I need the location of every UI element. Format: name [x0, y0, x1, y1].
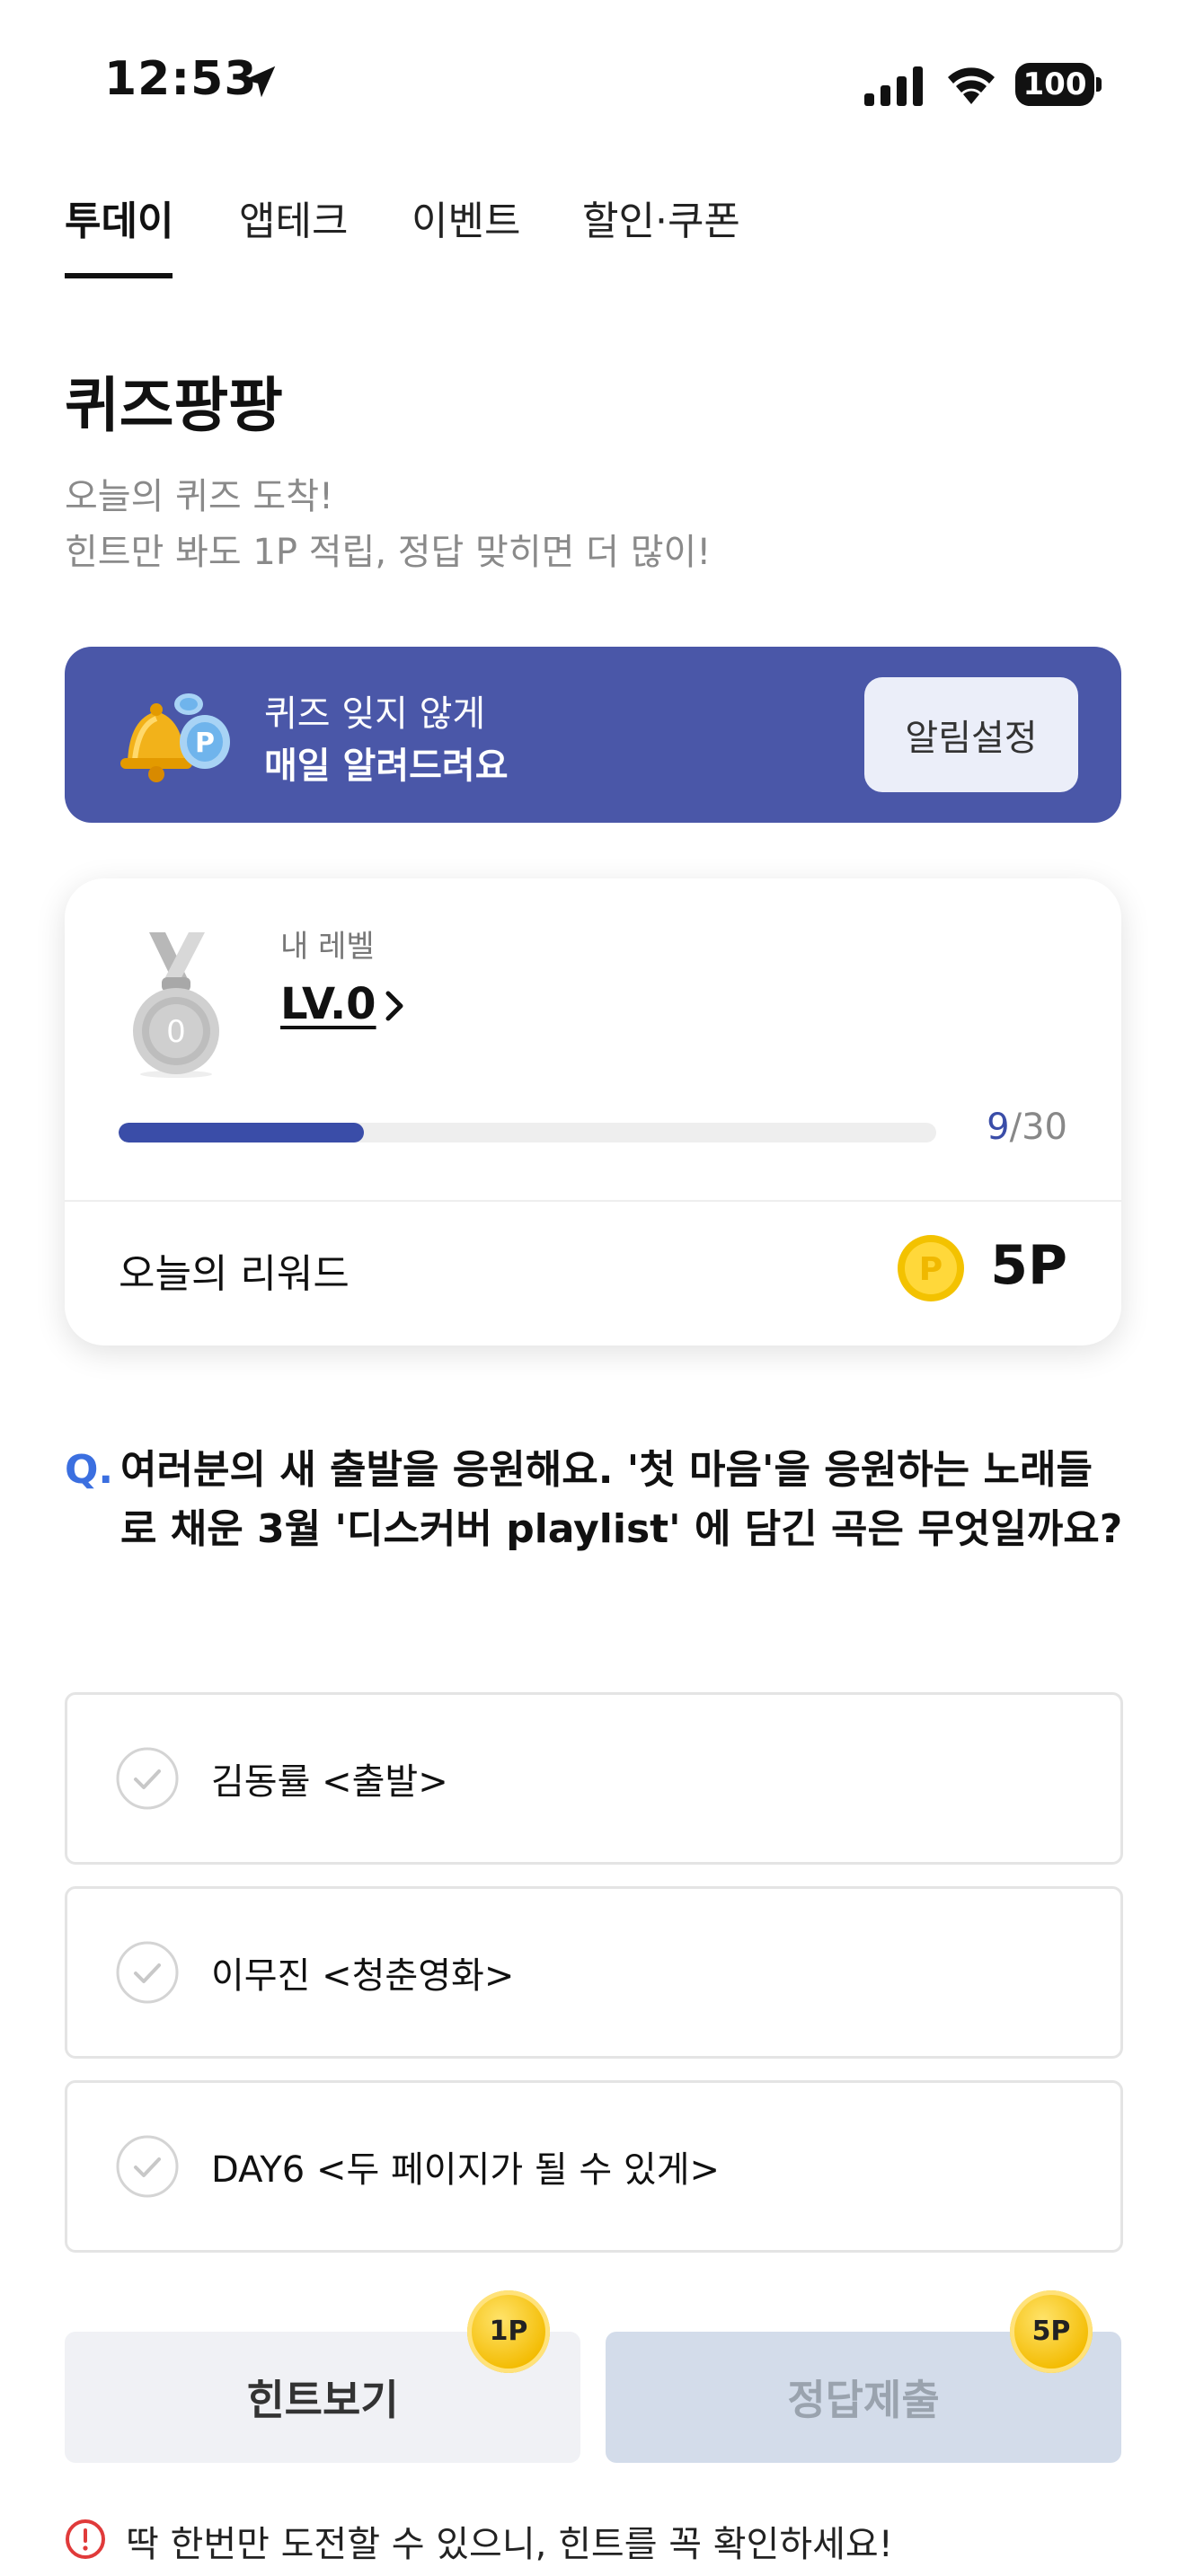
- answer-option-1[interactable]: 김동률 <출발>: [65, 1692, 1123, 1865]
- level-medal-icon: 0: [133, 932, 219, 1078]
- tab-event[interactable]: 이벤트: [412, 189, 520, 246]
- cellular-signal-icon: [864, 66, 923, 106]
- hint-points-badge: 1P: [467, 2290, 550, 2373]
- tab-apptech[interactable]: 앱테크: [239, 189, 348, 246]
- level-label: 내 레벨: [280, 929, 375, 965]
- location-arrow-icon: [243, 66, 276, 98]
- coin-symbol: P: [919, 1251, 943, 1288]
- answer-option-label: 이무진 <청춘영화>: [211, 1955, 515, 1997]
- tab-discount-coupon[interactable]: 할인·쿠폰: [582, 189, 740, 246]
- battery-tip: [1096, 77, 1102, 92]
- check-circle-icon: [116, 1941, 179, 2004]
- battery-level: 100: [1015, 63, 1094, 106]
- question-text: 여러분의 새 출발을 응원해요. '첫 마음'을 응원하는 노래들로 채운 3월…: [120, 1447, 1123, 1552]
- svg-text:P: P: [195, 728, 215, 759]
- check-circle-icon: [116, 2135, 179, 2198]
- subtitle-line-2: 힌트만 봐도 1P 적립, 정답 맞히면 더 많이!: [65, 532, 712, 573]
- level-progress-fill: [119, 1123, 364, 1142]
- answer-option-3[interactable]: DAY6 <두 페이지가 될 수 있게>: [65, 2080, 1123, 2253]
- level-card: 0 내 레벨 LV.0 9/30 오늘의 리워드 P 5P: [65, 878, 1121, 1345]
- check-circle-icon: [116, 1747, 179, 1810]
- alarm-banner-subtext: 매일 알려드려요: [264, 745, 509, 787]
- active-tab-indicator: [65, 273, 173, 278]
- alarm-banner-text: 퀴즈 잊지 않게: [264, 693, 486, 735]
- battery-icon: 100: [1015, 63, 1102, 106]
- wifi-icon: [948, 67, 995, 104]
- answer-option-label: 김동률 <출발>: [211, 1761, 448, 1803]
- status-time: 12:53: [104, 52, 258, 106]
- today-reward-label: 오늘의 리워드: [119, 1251, 350, 1297]
- exclamation-circle-icon: [66, 2519, 105, 2559]
- alarm-settings-button[interactable]: 알림설정: [864, 677, 1078, 792]
- point-coin-icon: P: [898, 1235, 964, 1301]
- alarm-banner: P 퀴즈 잊지 않게 매일 알려드려요 알림설정: [65, 647, 1121, 823]
- level-value-link[interactable]: LV.0: [280, 979, 376, 1029]
- progress-current: 9: [987, 1107, 1010, 1148]
- chevron-right-icon[interactable]: [381, 988, 408, 1024]
- submit-points-badge: 5P: [1010, 2290, 1093, 2373]
- subtitle-line-1: 오늘의 퀴즈 도착!: [65, 476, 334, 517]
- answer-option-label: DAY6 <두 페이지가 될 수 있게>: [211, 2149, 721, 2191]
- answer-option-2[interactable]: 이무진 <청춘영화>: [65, 1886, 1123, 2059]
- bell-coin-icon: P: [120, 693, 230, 782]
- warning-text: 딱 한번만 도전할 수 있으니, 힌트를 꼭 확인하세요!: [126, 2524, 893, 2565]
- level-progress-bar: [119, 1123, 936, 1142]
- card-divider: [65, 1200, 1121, 1202]
- level-progress-text: 9/30: [987, 1107, 1067, 1148]
- status-bar: 12:53 100: [0, 0, 1186, 171]
- today-reward-value: 5P: [990, 1234, 1067, 1297]
- question-marker: Q.: [65, 1447, 114, 1493]
- medal-number: 0: [166, 1014, 186, 1050]
- tab-today[interactable]: 투데이: [65, 189, 173, 246]
- page-subtitle: 오늘의 퀴즈 도착! 힌트만 봐도 1P 적립, 정답 맞히면 더 많이!: [65, 469, 711, 580]
- progress-total: /30: [1009, 1107, 1067, 1148]
- page-title: 퀴즈팡팡: [65, 371, 283, 440]
